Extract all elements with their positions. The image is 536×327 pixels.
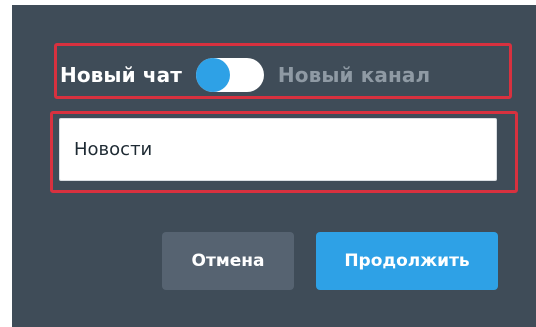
chat-channel-toggle-switch[interactable] — [195, 58, 264, 92]
toggle-knob — [195, 58, 230, 92]
new-chat-label[interactable]: Новый чат — [60, 63, 182, 87]
chat-name-input[interactable] — [59, 118, 497, 181]
chat-type-toggle-row: Новый чат Новый канал — [60, 55, 430, 95]
continue-button[interactable]: Продолжить — [316, 232, 498, 290]
new-channel-label[interactable]: Новый канал — [278, 63, 430, 87]
cancel-button[interactable]: Отмена — [162, 232, 294, 290]
